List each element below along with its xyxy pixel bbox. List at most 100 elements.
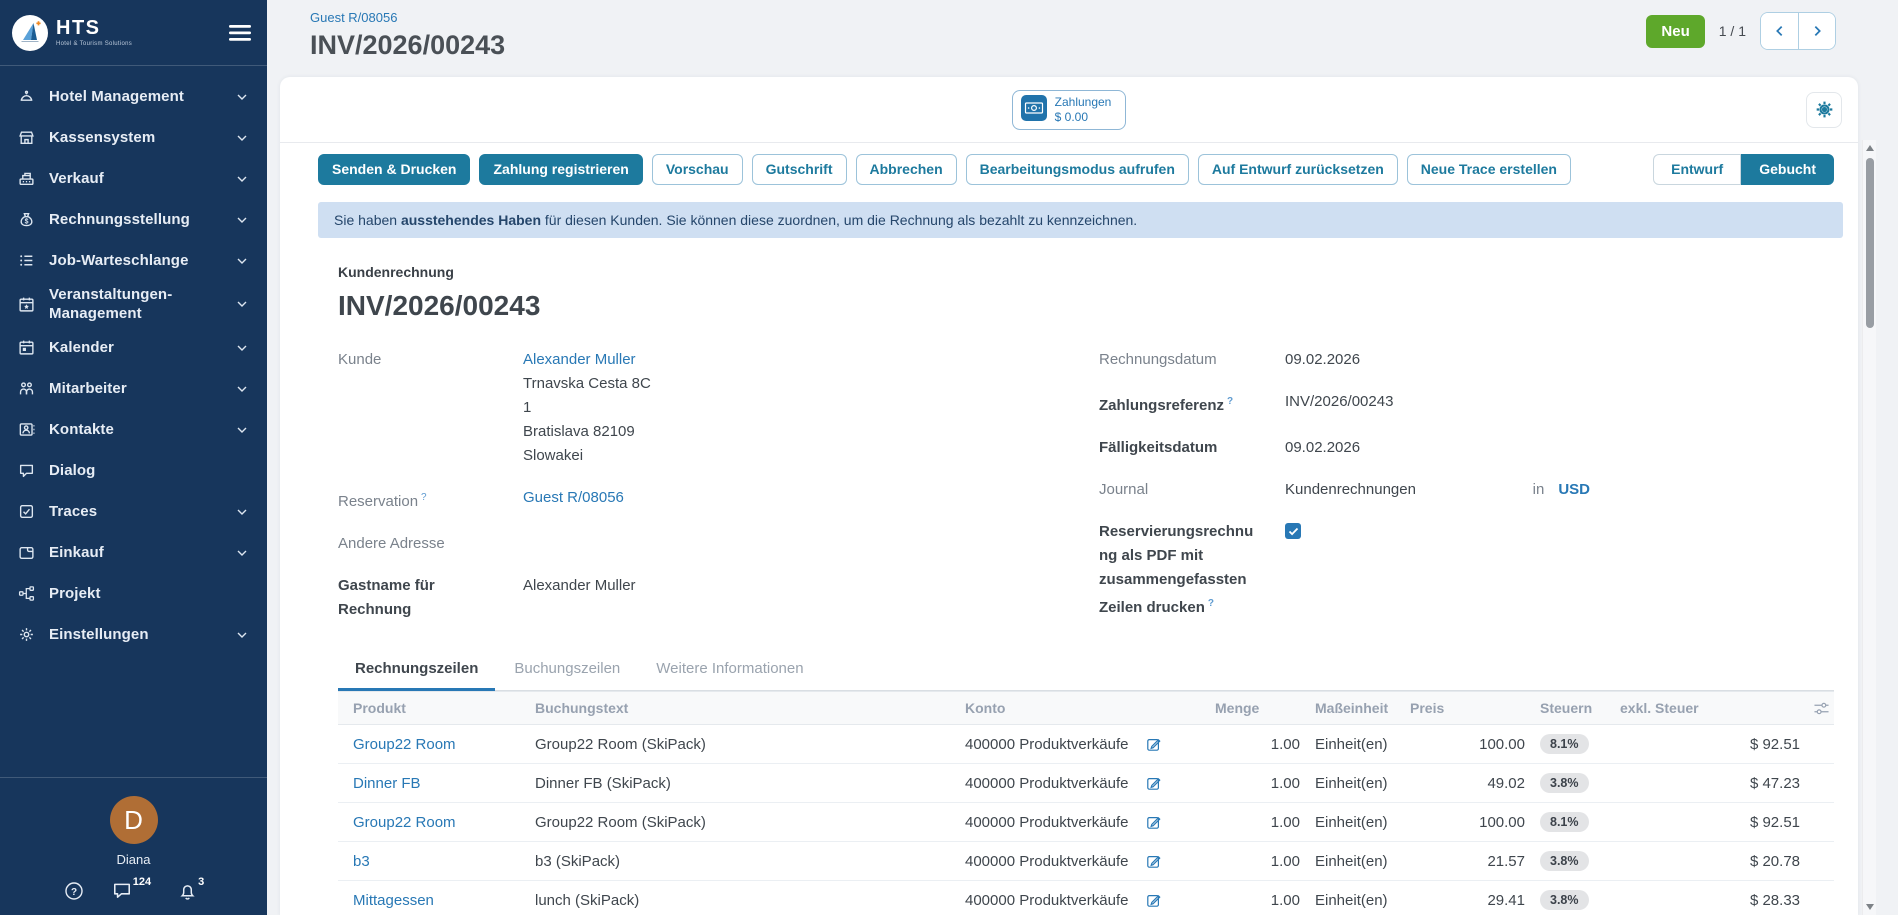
sidebar-item-hotel-management[interactable]: Hotel Management <box>0 76 267 117</box>
payments-stat-button[interactable]: Zahlungen $ 0.00 <box>1012 90 1127 130</box>
journal-value[interactable]: Kundenrechnungen <box>1285 478 1416 502</box>
table-header-row: Produkt Buchungstext Konto Menge Maßeinh… <box>338 692 1834 725</box>
sidebar-item-kalender[interactable]: Kalender <box>0 327 267 368</box>
scroll-down-arrow[interactable] <box>1866 904 1874 910</box>
pager-prev-button[interactable] <box>1761 13 1798 49</box>
uom-value: Einheit(en) <box>1300 725 1410 764</box>
settings-gear-button[interactable] <box>1806 92 1842 128</box>
col-preis[interactable]: Preis <box>1410 692 1525 725</box>
pager-next-button[interactable] <box>1798 13 1835 49</box>
sidebar-item-mitarbeiter[interactable]: Mitarbeiter <box>0 368 267 409</box>
messages-icon[interactable]: 124 <box>112 881 150 900</box>
col-exkl-steuer[interactable]: exkl. Steuer <box>1620 692 1800 725</box>
line-label: b3 (SkiPack) <box>535 842 965 881</box>
register-payment-button[interactable]: Zahlung registrieren <box>479 154 642 185</box>
sidebar-item-einkauf[interactable]: Einkauf <box>0 532 267 573</box>
credit-note-button[interactable]: Gutschrift <box>752 154 847 185</box>
pdf-option-checkbox[interactable] <box>1285 523 1301 539</box>
table-row[interactable]: b3 b3 (SkiPack) 400000 Produktverkäufe 1… <box>338 842 1834 881</box>
rechnungsdatum-value[interactable]: 09.02.2026 <box>1285 348 1360 372</box>
edit-icon[interactable] <box>1146 775 1162 791</box>
send-print-button[interactable]: Senden & Drucken <box>318 154 470 185</box>
sidebar-item-projekt[interactable]: Projekt <box>0 573 267 614</box>
col-konto[interactable]: Konto <box>965 692 1215 725</box>
sidebar-item-kassensystem[interactable]: Kassensystem <box>0 117 267 158</box>
scroll-up-arrow[interactable] <box>1866 145 1874 151</box>
page-title: INV/2026/00243 <box>310 30 505 61</box>
sidebar-item-dialog[interactable]: Dialog <box>0 450 267 491</box>
product-link[interactable]: Group22 Room <box>353 814 456 831</box>
sidebar-item-traces[interactable]: Traces <box>0 491 267 532</box>
optional-columns-icon[interactable] <box>1800 701 1834 716</box>
new-trace-button[interactable]: Neue Trace erstellen <box>1407 154 1571 185</box>
reset-to-draft-button[interactable]: Auf Entwurf zurücksetzen <box>1198 154 1398 185</box>
user-avatar[interactable]: D <box>110 796 158 844</box>
edit-icon[interactable] <box>1146 736 1162 752</box>
help-icon[interactable]: ? <box>1208 598 1214 609</box>
edit-icon[interactable] <box>1146 892 1162 908</box>
status-posted-button[interactable]: Gebucht <box>1741 154 1834 185</box>
sidebar-item-job-warteschlange[interactable]: Job-Warteschlange <box>0 240 267 281</box>
faelligkeitsdatum-value[interactable]: 09.02.2026 <box>1285 436 1360 460</box>
account-value: 400000 Produktverkäufe <box>965 892 1128 909</box>
subtotal-value: $ 28.33 <box>1620 881 1800 915</box>
col-menge[interactable]: Menge <box>1215 692 1300 725</box>
edit-mode-button[interactable]: Bearbeitungsmodus aufrufen <box>966 154 1189 185</box>
table-row[interactable]: Group22 Room Group22 Room (SkiPack) 4000… <box>338 803 1834 842</box>
chevron-down-icon <box>237 509 247 515</box>
qty-value: 1.00 <box>1215 881 1300 915</box>
zahlungsreferenz-value[interactable]: INV/2026/00243 <box>1285 390 1393 418</box>
table-row[interactable]: Group22 Room Group22 Room (SkiPack) 4000… <box>338 725 1834 764</box>
subtotal-value: $ 20.78 <box>1620 842 1800 881</box>
new-button[interactable]: Neu <box>1646 15 1704 48</box>
sidebar-item-verkauf[interactable]: Verkauf <box>0 158 267 199</box>
tax-badge: 8.1% <box>1540 812 1589 832</box>
product-link[interactable]: b3 <box>353 853 370 870</box>
qty-value: 1.00 <box>1215 725 1300 764</box>
sidebar-item-einstellungen[interactable]: Einstellungen <box>0 614 267 655</box>
sidebar-item-kontakte[interactable]: Kontakte <box>0 409 267 450</box>
edit-icon[interactable] <box>1146 814 1162 830</box>
price-value: 49.02 <box>1410 764 1525 803</box>
cancel-button[interactable]: Abbrechen <box>856 154 957 185</box>
subtotal-value: $ 47.23 <box>1620 764 1800 803</box>
col-steuern[interactable]: Steuern <box>1525 692 1620 725</box>
tab-weitere-informationen[interactable]: Weitere Informationen <box>639 660 820 691</box>
vertical-scrollbar[interactable] <box>1862 140 1876 915</box>
breadcrumb-guest-link[interactable]: Guest R/08056 <box>310 10 397 25</box>
breadcrumb-block: Guest R/08056 INV/2026/00243 <box>310 9 505 61</box>
notifications-bell-icon[interactable]: 3 <box>178 881 203 901</box>
product-link[interactable]: Group22 Room <box>353 736 456 753</box>
help-icon[interactable]: ? <box>64 881 84 901</box>
help-icon[interactable]: ? <box>421 492 427 503</box>
sidebar-item-rechnungsstellung[interactable]: $ Rechnungsstellung <box>0 199 267 240</box>
scrollbar-thumb[interactable] <box>1866 158 1874 328</box>
uom-value: Einheit(en) <box>1300 803 1410 842</box>
chevron-down-icon <box>237 345 247 351</box>
checkbox-check-icon <box>18 503 35 520</box>
status-draft-button[interactable]: Entwurf <box>1653 154 1741 185</box>
kunde-link[interactable]: Alexander Muller <box>523 351 636 368</box>
reservation-link[interactable]: Guest R/08056 <box>523 489 624 506</box>
tab-buchungszeilen[interactable]: Buchungszeilen <box>497 660 637 691</box>
col-produkt[interactable]: Produkt <box>338 692 535 725</box>
sidebar-item-veranstaltungen-management[interactable]: Veranstaltungen-Management <box>0 281 267 327</box>
product-link[interactable]: Mittagessen <box>353 892 434 909</box>
table-row[interactable]: Dinner FB Dinner FB (SkiPack) 400000 Pro… <box>338 764 1834 803</box>
journal-label: Journal <box>1099 478 1285 502</box>
uom-value: Einheit(en) <box>1300 764 1410 803</box>
col-buchungstext[interactable]: Buchungstext <box>535 692 965 725</box>
rechnungsdatum-label: Rechnungsdatum <box>1099 348 1285 372</box>
chevron-down-icon <box>237 135 247 141</box>
tab-rechnungszeilen[interactable]: Rechnungszeilen <box>338 660 495 691</box>
hamburger-menu-icon[interactable] <box>225 21 255 45</box>
table-row[interactable]: Mittagessen lunch (SkiPack) 400000 Produ… <box>338 881 1834 915</box>
product-link[interactable]: Dinner FB <box>353 775 421 792</box>
currency-link[interactable]: USD <box>1558 478 1590 502</box>
gastname-value[interactable]: Alexander Muller <box>523 574 636 622</box>
edit-icon[interactable] <box>1146 853 1162 869</box>
help-icon[interactable]: ? <box>1227 396 1233 407</box>
col-masseinheit[interactable]: Maßeinheit <box>1300 692 1410 725</box>
action-ribbon: Senden & Drucken Zahlung registrieren Vo… <box>280 143 1858 196</box>
preview-button[interactable]: Vorschau <box>652 154 743 185</box>
